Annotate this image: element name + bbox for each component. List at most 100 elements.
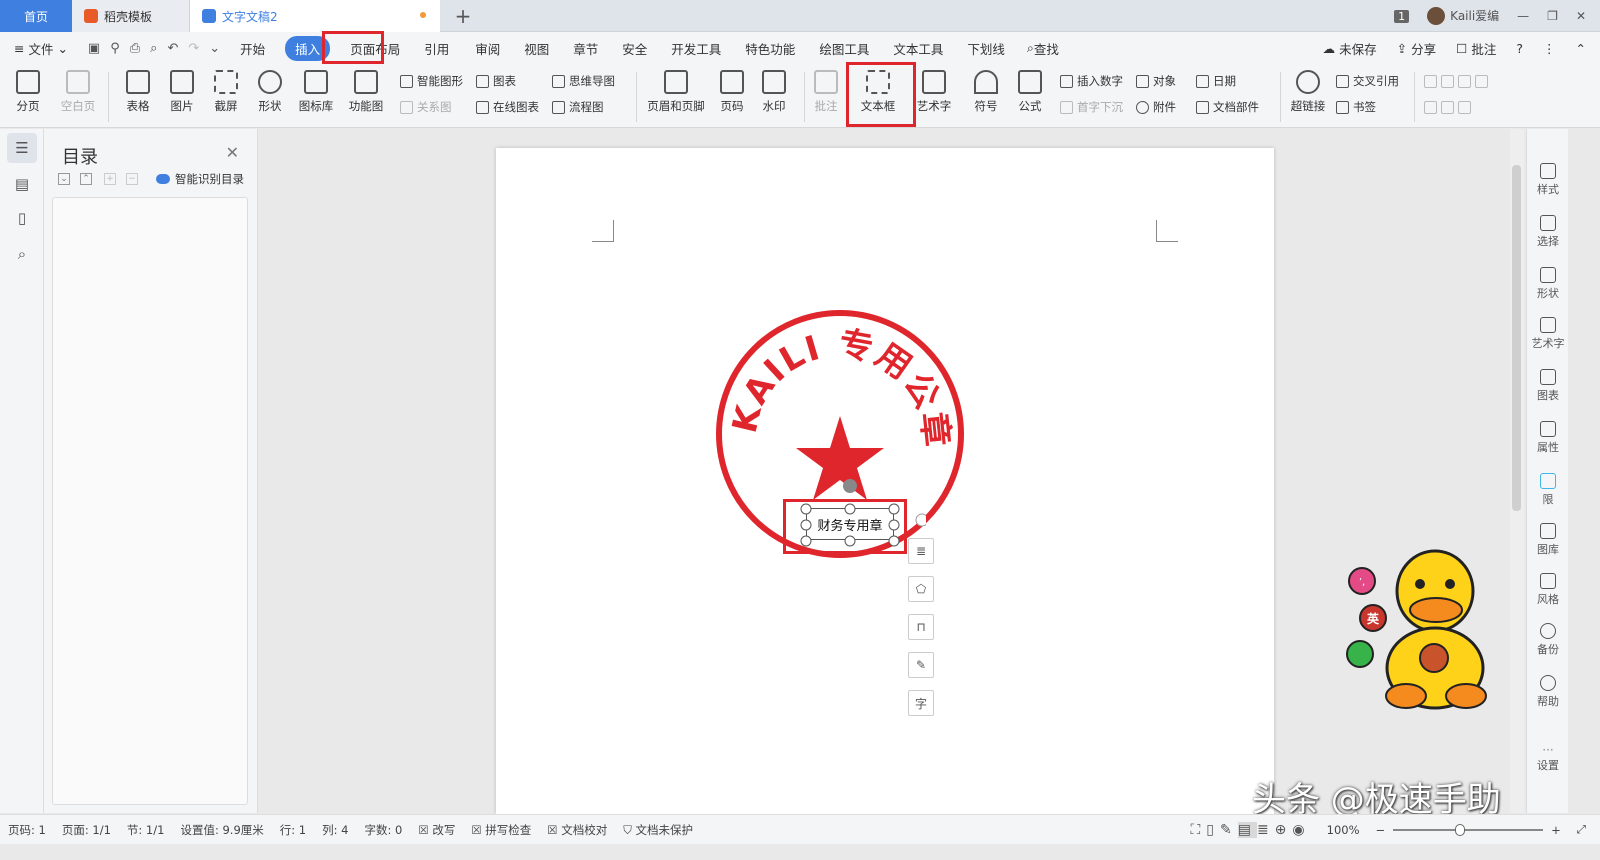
fill-icon[interactable]: ⬠ <box>908 576 934 602</box>
hyperlink-button[interactable]: 超链接 <box>1282 68 1334 114</box>
mindmap-button[interactable]: 思维导图 <box>552 72 615 90</box>
settings-button[interactable]: ··· 设置 <box>1527 743 1569 773</box>
gallery-button[interactable]: 图库 <box>1527 523 1569 557</box>
close-icon[interactable]: ✕ <box>226 143 239 162</box>
text-wrap-icon[interactable]: 字 <box>908 690 934 716</box>
scroll-thumb[interactable] <box>1512 165 1521 511</box>
window-count-badge[interactable]: 1 <box>1394 9 1410 23</box>
resize-handle[interactable] <box>800 503 812 515</box>
cross-ref-button[interactable]: 交叉引用 <box>1336 72 1399 90</box>
zoom-out-icon[interactable]: − <box>1368 823 1394 837</box>
watermark-button[interactable]: 水印 <box>748 68 800 114</box>
collapse-icon[interactable]: ⌃ <box>80 173 92 185</box>
menu-features[interactable]: 特色功能 <box>733 36 807 60</box>
menu-text-tools[interactable]: 文本工具 <box>881 36 955 60</box>
status-setting[interactable]: 设置值: 9.9厘米 <box>172 822 271 838</box>
backup-button[interactable]: 备份 <box>1527 623 1569 657</box>
menu-underline[interactable]: 下划线 <box>955 36 1017 60</box>
menu-references[interactable]: 引用 <box>410 36 463 60</box>
web-view-icon[interactable]: ⊕ <box>1275 822 1293 838</box>
minimize-icon[interactable]: — <box>1517 9 1529 23</box>
undo-icon[interactable]: ↶ <box>167 41 178 56</box>
chart-button[interactable]: 图表 <box>476 72 516 90</box>
eye-protect-icon[interactable]: ◉ <box>1292 822 1310 838</box>
menu-developer[interactable]: 开发工具 <box>659 36 733 60</box>
properties-button[interactable]: 属性 <box>1527 421 1569 455</box>
resize-handle[interactable] <box>800 535 812 547</box>
date-button[interactable]: 日期 <box>1196 72 1236 90</box>
rotate-handle-icon[interactable] <box>843 479 857 493</box>
menu-chapter[interactable]: 章节 <box>561 36 610 60</box>
expand-icon[interactable]: ⌄ <box>58 173 70 185</box>
zoom-in-icon[interactable]: + <box>1543 823 1569 837</box>
status-page[interactable]: 页码: 1 <box>0 822 54 838</box>
object-button[interactable]: 对象 <box>1136 72 1176 90</box>
drop-cap-button[interactable]: 首字下沉 <box>1060 98 1123 116</box>
customize-icon[interactable]: ⌄ <box>209 41 220 56</box>
resize-handle[interactable] <box>888 535 900 547</box>
user-account[interactable]: Kaili爱编 <box>1427 7 1499 26</box>
theme-button[interactable]: 风格 <box>1527 573 1569 607</box>
status-col[interactable]: 列: 4 <box>314 822 356 838</box>
extra-tools-row1[interactable] <box>1424 72 1492 90</box>
duck-sticker[interactable]: ’, 英 <box>1340 546 1500 716</box>
write-mode-icon[interactable]: ✎ <box>1220 822 1238 838</box>
menu-review[interactable]: 审阅 <box>463 36 512 60</box>
wordart-panel-button[interactable]: 艺术字 <box>1527 317 1569 351</box>
blank-page-button[interactable]: 空白页 <box>52 68 104 114</box>
unsaved-status[interactable]: ☁ 未保存 <box>1313 36 1387 60</box>
bookmark-button[interactable]: 书签 <box>1336 98 1376 116</box>
shape-panel-button[interactable]: 形状 <box>1527 267 1569 301</box>
limit-button[interactable]: 限 <box>1527 473 1569 507</box>
add-level-icon[interactable]: + <box>104 173 116 185</box>
styles-button[interactable]: 样式 <box>1527 163 1569 197</box>
remove-level-icon[interactable]: − <box>126 173 138 185</box>
file-menu[interactable]: ≡ 文件 ⌄ <box>0 36 78 60</box>
status-words[interactable]: 字数: 0 <box>357 822 411 838</box>
fit-icon[interactable]: ⤢ <box>1569 822 1600 837</box>
print-icon[interactable]: ⎙ <box>130 41 140 56</box>
select-button[interactable]: 选择 <box>1527 215 1569 249</box>
smart-graphic-button[interactable]: 智能图形 <box>400 72 463 90</box>
resize-handle[interactable] <box>888 503 900 515</box>
zoom-slider[interactable] <box>1393 823 1544 836</box>
spell-check-toggle[interactable]: ☒ 拼写检查 <box>463 822 539 838</box>
resize-handle[interactable] <box>888 519 900 531</box>
tab-document[interactable]: 文字文稿2 <box>190 0 440 32</box>
restore-icon[interactable]: ❐ <box>1547 9 1558 23</box>
outline-panel-icon[interactable]: ▤ <box>7 169 37 199</box>
outline-view-icon[interactable]: ≣ <box>1257 822 1275 838</box>
relation-chart-button[interactable]: 关系图 <box>400 98 452 116</box>
format-painter-icon[interactable]: ⚲ <box>110 41 120 56</box>
insert-number-button[interactable]: 插入数字 <box>1060 72 1123 90</box>
protection-status[interactable]: ⛉ 文档未保护 <box>615 822 701 838</box>
tab-templates[interactable]: 稻壳模板 <box>72 0 190 32</box>
extra-tools-row2[interactable] <box>1424 98 1475 116</box>
collapse-toolbar-icon[interactable] <box>915 513 926 527</box>
menu-view[interactable]: 视图 <box>512 36 561 60</box>
status-row[interactable]: 行: 1 <box>272 822 314 838</box>
header-footer-button[interactable]: 页眉和页脚 <box>644 68 708 114</box>
help-button[interactable]: ? <box>1506 36 1533 60</box>
proofread-button[interactable]: ☒ 文档校对 <box>539 822 615 838</box>
resize-handle[interactable] <box>800 519 812 531</box>
flowchart-button[interactable]: 流程图 <box>552 98 604 116</box>
status-pages[interactable]: 页面: 1/1 <box>54 822 119 838</box>
menu-start[interactable]: 开始 <box>230 36 275 60</box>
share-button[interactable]: ⇪ 分享 <box>1387 36 1446 60</box>
formula-button[interactable]: 公式 <box>1004 68 1056 114</box>
more-icon[interactable]: ⋮ <box>1533 36 1566 60</box>
zoom-thumb[interactable] <box>1455 823 1466 836</box>
vertical-scrollbar[interactable] <box>1510 129 1524 813</box>
border-icon[interactable]: ⊓ <box>908 614 934 640</box>
page-view-icon[interactable]: ▤ <box>1237 821 1257 838</box>
menu-page-layout[interactable]: 页面布局 <box>340 36 410 60</box>
menu-insert[interactable]: 插入 <box>275 35 340 61</box>
comment-button[interactable]: ☐ 批注 <box>1446 36 1506 60</box>
zoom-level[interactable]: 100% <box>1319 823 1368 837</box>
textbox-button[interactable]: 文本框 <box>852 68 904 114</box>
annotate-button[interactable]: 批注 <box>800 68 852 114</box>
find-panel-icon[interactable]: ⌕ <box>7 239 37 269</box>
doc-parts-button[interactable]: 文档部件 <box>1196 98 1259 116</box>
save-icon[interactable]: ▣ <box>88 41 100 56</box>
